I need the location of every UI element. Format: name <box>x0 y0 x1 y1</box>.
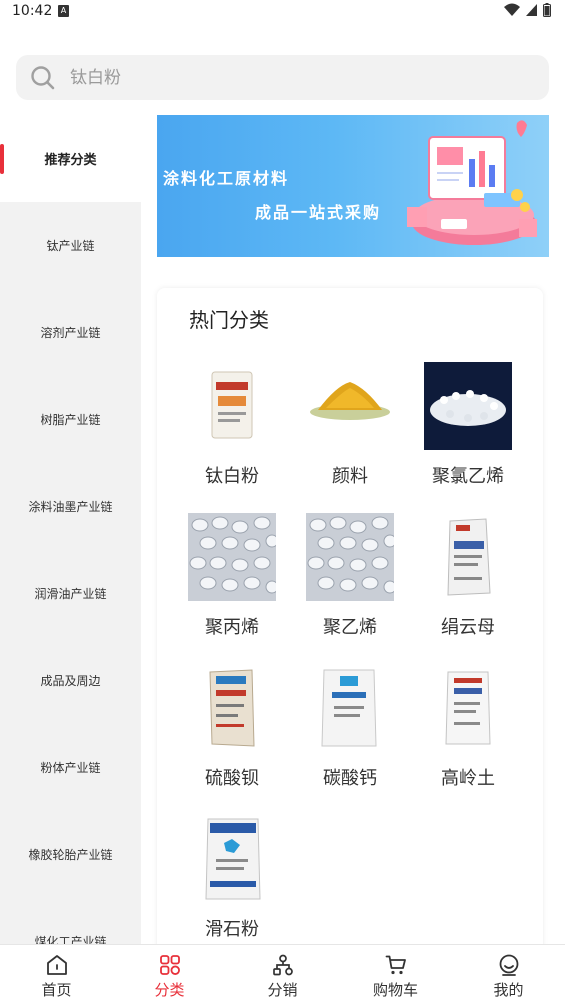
category-label: 钛白粉 <box>205 466 259 487</box>
tab-label: 首页 <box>41 981 72 999</box>
app-indicator-icon: A <box>58 5 69 17</box>
sidebar-item-label: 成品及周边 <box>40 674 101 688</box>
category-label: 绢云母 <box>441 617 495 638</box>
sericite-bag-image <box>447 518 491 596</box>
wifi-icon <box>504 3 520 16</box>
tab-label: 分类 <box>154 981 185 999</box>
category-label: 聚氯乙烯 <box>432 466 504 487</box>
category-tile-talc-powder[interactable]: 滑石粉 <box>173 815 291 955</box>
sidebar-item-coal-chemical-chain[interactable]: 煤化工产业链 <box>0 898 141 944</box>
sidebar-item-label: 钛产业链 <box>46 239 95 253</box>
category-tile-kaolin[interactable]: 高岭土 <box>409 664 527 804</box>
tab-home[interactable]: 首页 <box>0 945 113 1004</box>
promo-banner[interactable]: 涂料化工原材料 成品一站式采购 <box>157 115 549 257</box>
status-time: 10:42 <box>12 3 53 19</box>
calcium-carbonate-bag-image <box>321 669 377 747</box>
sidebar-item-label: 煤化工产业链 <box>34 935 107 944</box>
cart-icon <box>385 955 406 975</box>
status-icons <box>504 3 551 17</box>
tab-profile[interactable]: 我的 <box>452 945 565 1004</box>
search-icon <box>31 65 55 89</box>
category-icon <box>159 955 180 975</box>
sidebar-item-label: 推荐分类 <box>44 153 97 168</box>
pvc-granules-image <box>424 362 512 450</box>
banner-headline: 涂料化工原材料 <box>163 169 290 188</box>
category-tile-sericite[interactable]: 绢云母 <box>409 513 527 653</box>
category-tile-pigment[interactable]: 颜料 <box>291 362 409 502</box>
category-label: 聚乙烯 <box>323 617 377 638</box>
tab-category[interactable]: 分类 <box>113 945 226 1004</box>
tab-cart[interactable]: 购物车 <box>339 945 452 1004</box>
tab-label: 分销 <box>267 981 298 999</box>
category-label: 滑石粉 <box>205 919 259 940</box>
battery-icon <box>543 3 551 17</box>
distribution-icon <box>272 954 293 976</box>
search-input[interactable] <box>70 67 490 88</box>
bottom-tab-bar: 首页 分类 分销 购物车 我的 <box>0 944 565 1004</box>
pigment-powder-image <box>310 382 390 420</box>
sidebar-item-finished-products[interactable]: 成品及周边 <box>0 637 141 724</box>
polypropylene-pellets-image <box>188 513 276 601</box>
hot-categories-title: 热门分类 <box>189 308 269 332</box>
profile-icon <box>499 954 518 976</box>
tab-distribution[interactable]: 分销 <box>226 945 339 1004</box>
category-sidebar: 推荐分类 钛产业链 溶剂产业链 树脂产业链 涂料油墨产业链 润滑油产业链 成品及… <box>0 115 141 944</box>
sidebar-item-recommended[interactable]: 推荐分类 <box>0 115 141 202</box>
category-tile-barium-sulfate[interactable]: 硫酸钡 <box>173 664 291 804</box>
sidebar-item-label: 润滑油产业链 <box>34 587 107 601</box>
category-tile-polypropylene[interactable]: 聚丙烯 <box>173 513 291 653</box>
tab-label: 我的 <box>493 981 524 999</box>
sidebar-item-powder-chain[interactable]: 粉体产业链 <box>0 724 141 811</box>
banner-illustration <box>407 120 537 245</box>
sidebar-item-label: 溶剂产业链 <box>40 326 101 340</box>
sidebar-item-resin-chain[interactable]: 树脂产业链 <box>0 376 141 463</box>
sidebar-item-lubricant-chain[interactable]: 润滑油产业链 <box>0 550 141 637</box>
sidebar-item-rubber-tire-chain[interactable]: 橡胶轮胎产业链 <box>0 811 141 898</box>
banner-subheadline: 成品一站式采购 <box>255 203 382 222</box>
category-label: 高岭土 <box>441 768 495 789</box>
sidebar-item-label: 涂料油墨产业链 <box>28 500 113 514</box>
category-tile-titanium-dioxide[interactable]: 钛白粉 <box>173 362 291 502</box>
sidebar-item-label: 粉体产业链 <box>40 761 101 775</box>
category-label: 碳酸钙 <box>323 768 377 789</box>
sidebar-item-label: 橡胶轮胎产业链 <box>28 848 113 862</box>
category-tile-pvc[interactable]: 聚氯乙烯 <box>409 362 527 502</box>
polyethylene-pellets-image <box>306 513 394 601</box>
category-label: 颜料 <box>332 466 368 487</box>
category-label: 硫酸钡 <box>205 768 259 789</box>
tab-label: 购物车 <box>372 981 418 999</box>
titanium-dioxide-bag-image <box>211 371 253 439</box>
barium-sulfate-bag-image <box>209 669 255 747</box>
sidebar-item-coating-ink-chain[interactable]: 涂料油墨产业链 <box>0 463 141 550</box>
status-bar: 10:42 A <box>0 0 565 26</box>
sidebar-item-solvent-chain[interactable]: 溶剂产业链 <box>0 289 141 376</box>
signal-icon <box>526 4 537 16</box>
kaolin-bag-image <box>445 671 491 745</box>
home-icon <box>46 955 67 975</box>
talc-powder-bag-image <box>205 818 261 900</box>
sidebar-item-titanium-chain[interactable]: 钛产业链 <box>0 202 141 289</box>
category-tile-polyethylene[interactable]: 聚乙烯 <box>291 513 409 653</box>
sidebar-item-label: 树脂产业链 <box>40 413 101 427</box>
hot-categories-card: 热门分类 钛白粉 颜料 聚氯乙烯 聚丙烯 聚乙烯 绢云母 硫酸钡 碳酸钙 高岭土… <box>157 288 543 968</box>
category-tile-calcium-carbonate[interactable]: 碳酸钙 <box>291 664 409 804</box>
category-label: 聚丙烯 <box>205 617 259 638</box>
search-bar[interactable] <box>16 55 549 100</box>
